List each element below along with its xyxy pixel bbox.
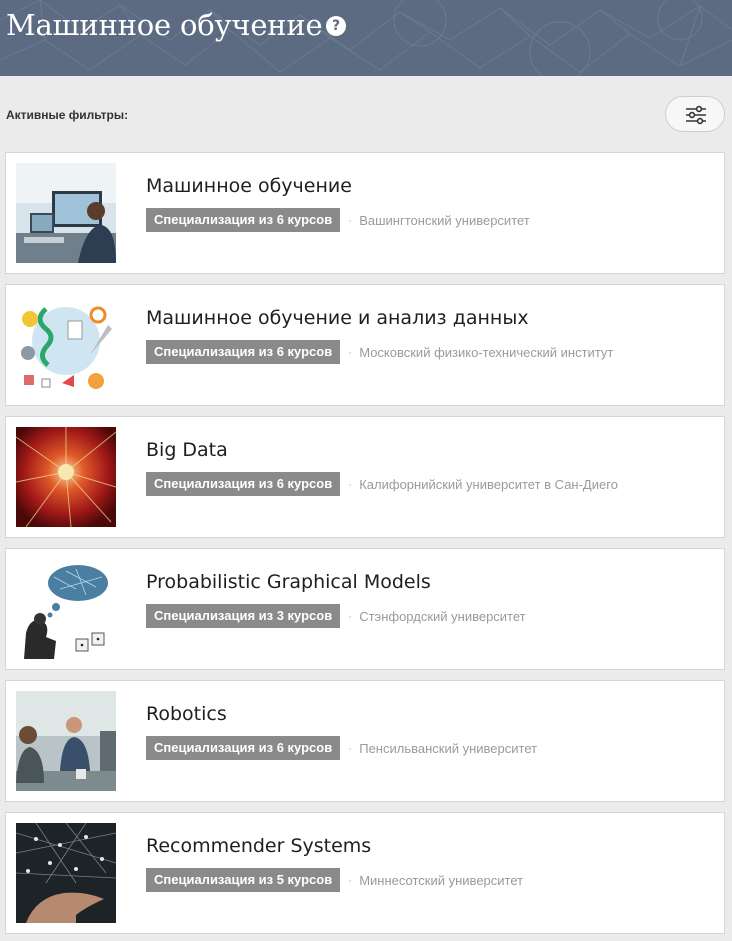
meta-separator: · [348,873,353,887]
sliders-icon [686,105,706,125]
person-at-computer-image [16,163,116,263]
course-meta: Специализация из 5 курсов · Миннесотский… [146,868,523,892]
course-meta: Специализация из 6 курсов · Пенсильванск… [146,736,537,760]
people-meeting-image [16,691,116,791]
university-name: Стэнфордский университет [359,608,526,624]
hand-network-image [16,823,116,923]
course-meta: Специализация из 3 курсов · Стэнфордский… [146,604,526,628]
meta-separator: · [348,741,353,755]
course-card[interactable]: Машинное обучение и анализ данных Специа… [5,284,725,406]
active-filters-label: Активные фильтры: [6,108,129,122]
course-card[interactable]: Probabilistic Graphical Models Специализ… [5,548,725,670]
specialization-badge: Специализация из 6 курсов [146,736,341,760]
page-title: Машинное обучение [6,8,323,42]
course-title[interactable]: Recommender Systems [146,835,371,857]
question-circle-icon[interactable]: ? [326,16,346,36]
meta-separator: · [348,477,353,491]
university-name: Московский физико-технический институт [359,344,614,360]
university-name: Вашингтонский университет [359,212,530,228]
university-name: Миннесотский университет [359,872,524,888]
red-fractal-image [16,427,116,527]
course-title[interactable]: Машинное обучение и анализ данных [146,307,529,329]
university-name: Пенсильванский университет [359,740,538,756]
illustrated-data-icons-image [16,295,116,395]
course-card[interactable]: Robotics Специализация из 6 курсов · Пен… [5,680,725,802]
course-title[interactable]: Probabilistic Graphical Models [146,571,431,593]
specialization-badge: Специализация из 5 курсов [146,868,341,892]
course-title[interactable]: Машинное обучение [146,175,352,197]
meta-separator: · [348,345,353,359]
university-name: Калифорнийский университет в Сан-Диего [359,476,618,492]
meta-separator: · [348,609,353,623]
specialization-badge: Специализация из 6 курсов [146,208,341,232]
course-meta: Специализация из 6 курсов · Калифорнийск… [146,472,618,496]
page-header: Машинное обучение ? [0,0,732,76]
specialization-badge: Специализация из 3 курсов [146,604,341,628]
meta-separator: · [348,213,353,227]
specialization-badge: Специализация из 6 курсов [146,340,341,364]
specialization-badge: Специализация из 6 курсов [146,472,341,496]
course-card[interactable]: Big Data Специализация из 6 курсов · Кал… [5,416,725,538]
course-title[interactable]: Big Data [146,439,228,461]
course-card[interactable]: Recommender Systems Специализация из 5 к… [5,812,725,934]
thinker-with-dice-image [16,559,116,659]
course-meta: Специализация из 6 курсов · Московский ф… [146,340,613,364]
filter-settings-button[interactable] [665,96,725,132]
course-card[interactable]: Машинное обучение Специализация из 6 кур… [5,152,725,274]
course-title[interactable]: Robotics [146,703,227,725]
course-meta: Специализация из 6 курсов · Вашингтонски… [146,208,530,232]
